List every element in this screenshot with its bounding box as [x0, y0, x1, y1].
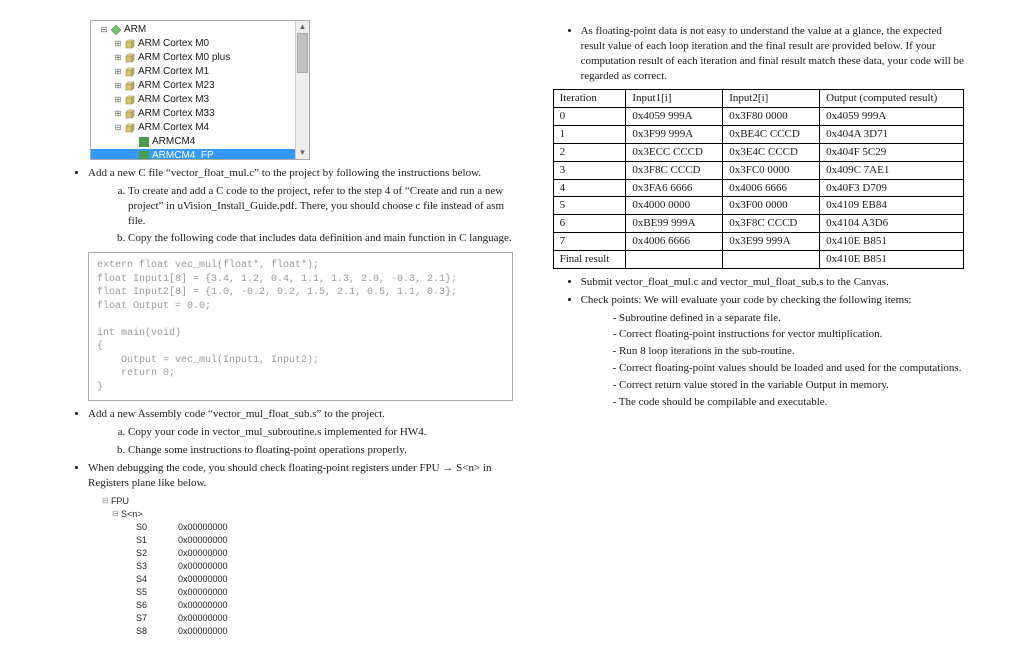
diamond-icon	[111, 25, 121, 35]
check-item: Correct floating-point instructions for …	[613, 327, 964, 342]
tree-item-label: ARM	[124, 23, 146, 37]
fpu-register-row: S00x00000000	[98, 520, 513, 533]
fpu-register-row: S40x00000000	[98, 572, 513, 585]
table-row: 40x3FA6 66660x4006 66660x40F3 D709	[553, 179, 963, 197]
table-header: Input1[i]	[626, 90, 723, 108]
fpu-register-row: S20x00000000	[98, 546, 513, 559]
table-row: 00x4059 999A0x3F80 00000x4059 999A	[553, 108, 963, 126]
step-2b: Change some instructions to floating-poi…	[128, 443, 513, 458]
tree-item-armcm4_fp[interactable]: ARMCM4_FP	[91, 149, 309, 160]
table-row: 70x4006 66660x3E99 999A0x410E B851	[553, 233, 963, 251]
tree-item-label: ARM Cortex M4	[138, 121, 209, 135]
tree-expander-icon[interactable]: ⊞	[113, 109, 123, 119]
cube-icon	[125, 95, 135, 105]
scroll-thumb[interactable]	[297, 33, 308, 73]
fpu-register-row: S30x00000000	[98, 559, 513, 572]
tree-item-label: ARM Cortex M3	[138, 93, 209, 107]
results-table: IterationInput1[i]Input2[i]Output (compu…	[553, 89, 964, 268]
tree-expander-icon[interactable]	[127, 151, 137, 160]
tree-item-arm-cortex-m33[interactable]: ⊞ ARM Cortex M33	[91, 107, 309, 121]
cube-icon	[125, 39, 135, 49]
tree-expander-icon[interactable]: ⊟	[99, 25, 109, 35]
device-tree: ⊟ARM⊞ARM Cortex M0⊞ARM Cortex M0 plus⊞AR…	[90, 20, 310, 160]
step-b: Copy the following code that includes da…	[128, 231, 513, 246]
cube-icon	[125, 67, 135, 77]
tree-item-label: ARM Cortex M33	[138, 107, 215, 121]
fpu-register-row: S60x00000000	[98, 598, 513, 611]
check-item: Correct floating-point values should be …	[613, 361, 964, 376]
fpu-register-row: S10x00000000	[98, 533, 513, 546]
scroll-up-icon[interactable]: ▲	[296, 21, 309, 33]
tree-expander-icon[interactable]: ⊞	[113, 39, 123, 49]
scroll-down-icon[interactable]: ▼	[296, 147, 309, 159]
fpu-register-tree: ⊟ FPU ⊟ S<n> S00x00000000S10x00000000S20…	[98, 494, 513, 637]
table-row: Final result0x410E B851	[553, 250, 963, 268]
tree-item-arm-cortex-m0[interactable]: ⊞ ARM Cortex M0	[91, 37, 309, 51]
code-snippet-c: extern float vec_mul(float*, float*); fl…	[88, 252, 513, 401]
check-item: The code should be compilable and execut…	[613, 395, 964, 410]
tree-item-arm-cortex-m0-plus[interactable]: ⊞ ARM Cortex M0 plus	[91, 51, 309, 65]
step-debug: When debugging the code, you should chec…	[88, 461, 513, 491]
table-row: 20x3ECC CCCD0x3E4C CCCD0x404F 5C29	[553, 143, 963, 161]
tree-item-label: ARM Cortex M0 plus	[138, 51, 230, 65]
tree-expander-icon[interactable]: ⊟	[113, 123, 123, 133]
tree-item-label: ARM Cortex M1	[138, 65, 209, 79]
check-item: Correct return value stored in the varia…	[613, 378, 964, 393]
tree-item-arm-cortex-m23[interactable]: ⊞ ARM Cortex M23	[91, 79, 309, 93]
tree-item-label: ARM Cortex M23	[138, 79, 215, 93]
step-a: To create and add a C code to the projec…	[128, 184, 513, 229]
cube-icon	[125, 81, 135, 91]
tree-item-armcm4[interactable]: ARMCM4	[91, 135, 309, 149]
tree-expander-icon[interactable]	[127, 137, 137, 147]
submit-line: Submit vector_float_mul.c and vector_mul…	[581, 275, 964, 290]
table-header: Input2[i]	[723, 90, 820, 108]
fpu-register-row: S50x00000000	[98, 585, 513, 598]
table-row: 10x3F99 999A0xBE4C CCCD0x404A 3D71	[553, 126, 963, 144]
step-2a: Copy your code in vector_mul_subroutine.…	[128, 425, 513, 440]
table-header: Output (computed result)	[820, 90, 964, 108]
check-item: Subroutine defined in a separate file.	[613, 311, 964, 326]
fpu-register-row: S70x00000000	[98, 611, 513, 624]
check-item: Run 8 loop iterations in the sub-routine…	[613, 344, 964, 359]
tree-expander-icon[interactable]: ⊞	[113, 67, 123, 77]
table-row: 60xBE99 999A0x3F8C CCCD0x4104 A3D6	[553, 215, 963, 233]
tree-item-arm-cortex-m3[interactable]: ⊞ ARM Cortex M3	[91, 93, 309, 107]
cube-icon	[125, 123, 135, 133]
table-header: Iteration	[553, 90, 626, 108]
step-add-asm: Add a new Assembly code “vector_mul_floa…	[88, 407, 513, 458]
tree-item-arm-cortex-m4[interactable]: ⊟ ARM Cortex M4	[91, 121, 309, 135]
fpu-register-row: S80x00000000	[98, 624, 513, 637]
tree-item-label: ARMCM4_FP	[152, 149, 214, 160]
table-row: 50x4000 00000x3F00 00000x4109 EB84	[553, 197, 963, 215]
tree-item-label: ARM Cortex M0	[138, 37, 209, 51]
intro-text: As floating-point data is not easy to un…	[581, 24, 964, 83]
pkg-icon	[139, 137, 149, 147]
cube-icon	[125, 109, 135, 119]
tree-expander-icon[interactable]: ⊞	[113, 81, 123, 91]
tree-item-label: ARMCM4	[152, 135, 195, 149]
pkg-icon	[139, 151, 149, 160]
tree-item-arm-cortex-m1[interactable]: ⊞ ARM Cortex M1	[91, 65, 309, 79]
tree-item-arm[interactable]: ⊟ ARM	[91, 23, 309, 37]
cube-icon	[125, 53, 135, 63]
tree-expander-icon[interactable]: ⊞	[113, 95, 123, 105]
table-row: 30x3F8C CCCD0x3FC0 00000x409C 7AE1	[553, 161, 963, 179]
step-add-c-file: Add a new C file “vector_float_mul.c” to…	[88, 166, 513, 246]
tree-scrollbar[interactable]: ▲ ▼	[295, 21, 309, 159]
check-points: Check points: We will evaluate your code…	[581, 293, 964, 410]
tree-expander-icon[interactable]: ⊞	[113, 53, 123, 63]
